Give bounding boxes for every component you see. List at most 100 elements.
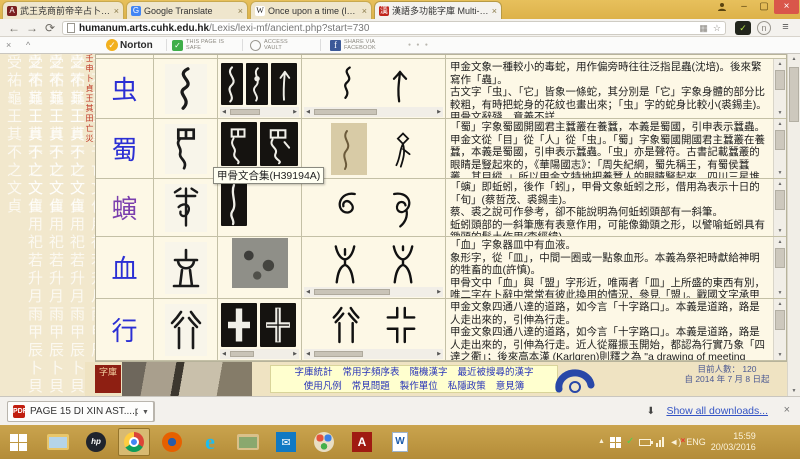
chrome-button-active[interactable] — [118, 428, 150, 456]
footer-link[interactable]: 字庫統計 — [294, 367, 332, 378]
bronze-rubbing-image[interactable] — [260, 303, 296, 347]
glyph-drawing[interactable] — [330, 302, 364, 348]
seal-script-image[interactable] — [153, 237, 217, 298]
bronze-rubbing-image[interactable] — [221, 122, 257, 166]
horizontal-scrollbar[interactable]: ◀▶ — [220, 349, 299, 359]
bookmark-star-icon[interactable]: ☆ — [713, 23, 721, 34]
seal-script-image[interactable] — [153, 299, 217, 360]
seal-script-image[interactable] — [153, 119, 217, 178]
show-all-downloads-link[interactable]: Show all downloads... — [666, 405, 768, 417]
language-indicator[interactable]: ENG — [686, 437, 706, 447]
seal-script-image[interactable] — [153, 59, 217, 118]
scroll-thumb[interactable] — [230, 351, 254, 357]
headword-link[interactable]: 虫 — [96, 70, 153, 107]
minimize-button[interactable]: – — [734, 0, 754, 14]
hp-app-button[interactable]: hp — [80, 428, 112, 456]
scroll-thumb[interactable] — [314, 351, 363, 357]
oracle-bone-photo[interactable] — [331, 123, 367, 175]
glyph-drawing[interactable] — [328, 240, 362, 286]
battery-icon[interactable] — [639, 439, 651, 446]
bronze-rubbing-image[interactable] — [260, 122, 298, 166]
horizontal-scrollbar[interactable]: ◀▶ — [304, 107, 443, 117]
profile-icon[interactable] — [712, 0, 732, 14]
footer-link[interactable]: 常見問題 — [352, 381, 390, 392]
horizontal-scrollbar[interactable]: ◀▶ — [304, 287, 443, 297]
chrome-menu-icon[interactable]: ≡ — [778, 21, 793, 35]
text-scrollbar[interactable]: ▲▼ — [773, 237, 786, 298]
scroll-thumb[interactable] — [775, 130, 785, 150]
scroll-thumb[interactable] — [314, 109, 377, 115]
url-input[interactable]: humanum.arts.cuhk.edu.hk /Lexis/lexi-mf/… — [62, 21, 726, 35]
glyph-drawing[interactable] — [387, 187, 417, 229]
oracle-rubbing-image[interactable] — [246, 63, 268, 105]
internet-explorer-button[interactable]: e — [194, 428, 226, 456]
oracle-rubbing-image[interactable] — [221, 180, 247, 226]
norton-bar-collapse-icon[interactable]: ^ — [26, 37, 30, 53]
word-button[interactable]: W — [384, 428, 416, 456]
volume-muted-icon[interactable]: ◄)× — [669, 437, 681, 447]
translate-grid-icon[interactable]: ▦ — [699, 23, 708, 34]
text-scrollbar[interactable]: ▲▼ — [773, 299, 786, 360]
horizontal-scrollbar[interactable]: ◀▶ — [220, 107, 299, 117]
downloaded-file-button[interactable]: PDF PAGE 15 DI XIN AST....pdf — [7, 401, 155, 422]
footer-link[interactable]: 隨機漢字 — [410, 367, 448, 378]
tab-close-icon[interactable]: × — [114, 6, 119, 16]
scroll-down-icon[interactable]: ▼ — [788, 386, 800, 396]
headword-link[interactable]: 行 — [96, 311, 153, 348]
scroll-thumb[interactable] — [775, 190, 785, 210]
extension-n-icon[interactable]: n — [757, 21, 771, 35]
text-scrollbar[interactable]: ▲▼ — [773, 179, 786, 236]
oracle-rubbing-image[interactable] — [221, 63, 243, 105]
tab-4-active[interactable]: 漢 漢語多功能字庫 Multi-fun × — [374, 1, 502, 19]
scroll-up-icon[interactable]: ▲ — [788, 54, 800, 64]
share-facebook-button[interactable]: f SHARE VIAFACEBOOK — [330, 37, 376, 53]
download-options-caret[interactable]: ▼ — [138, 401, 154, 422]
access-vault-button[interactable]: ACCESSVAULT — [250, 37, 288, 53]
scroll-thumb[interactable] — [775, 248, 785, 268]
page-safe-status[interactable]: ✓ THIS PAGE ISSAFE — [172, 37, 224, 53]
footer-link[interactable]: 意見簿 — [496, 381, 525, 392]
glyph-drawing[interactable] — [384, 302, 418, 348]
download-bar-close-icon[interactable]: × — [784, 404, 790, 416]
start-button[interactable] — [2, 428, 34, 456]
norton-bar-close-icon[interactable]: × — [6, 37, 11, 53]
horizontal-scrollbar[interactable]: ◀▶ — [304, 349, 443, 359]
text-scrollbar[interactable]: ▲▼ — [773, 59, 786, 118]
tray-windows-icon[interactable] — [610, 437, 621, 448]
network-signal-icon[interactable] — [656, 437, 664, 447]
close-button[interactable]: × — [774, 0, 799, 14]
norton-more-dots-icon[interactable]: ● ● ● — [408, 37, 430, 53]
seal-script-image[interactable] — [153, 179, 217, 236]
photos-button[interactable] — [232, 428, 264, 456]
refresh-icon[interactable]: ⟳ — [45, 20, 55, 36]
clock[interactable]: 15:5920/03/2016 — [711, 431, 756, 453]
file-explorer-button[interactable] — [42, 428, 74, 456]
tab-1[interactable]: A 武王克商前帝辛占卜陶文 × — [2, 1, 124, 19]
norton-tray-icon[interactable]: ✓ — [626, 437, 634, 447]
footer-link[interactable]: 常用字頻序表 — [342, 367, 399, 378]
firefox-button[interactable] — [156, 428, 188, 456]
acrobat-button[interactable]: A — [346, 428, 378, 456]
scroll-thumb[interactable] — [775, 310, 785, 330]
bronze-rubbing-image[interactable] — [221, 303, 257, 347]
footer-link[interactable]: 最近被搜尋的漢字 — [458, 367, 534, 378]
forward-icon[interactable]: → — [26, 20, 38, 36]
scroll-thumb[interactable] — [789, 67, 799, 122]
tab-2[interactable]: G Google Translate × — [126, 1, 248, 19]
glyph-drawing[interactable] — [335, 62, 361, 106]
norton-extension-icon[interactable]: ✓ — [735, 21, 751, 35]
scroll-thumb[interactable] — [230, 109, 260, 115]
headword-link[interactable]: 血 — [96, 249, 153, 286]
back-icon[interactable]: ← — [8, 20, 20, 36]
tab-close-icon[interactable]: × — [238, 6, 243, 16]
glyph-drawing[interactable] — [389, 125, 417, 173]
mail-button[interactable]: ✉ — [270, 428, 302, 456]
footer-link[interactable]: 製作單位 — [400, 381, 438, 392]
headword-link[interactable]: 蜀 — [96, 130, 153, 167]
glyph-drawing[interactable] — [386, 240, 420, 286]
tab-close-icon[interactable]: × — [492, 6, 497, 16]
scroll-thumb[interactable] — [314, 289, 390, 295]
page-scrollbar[interactable]: ▲ ▼ — [787, 54, 800, 396]
maximize-button[interactable]: ▢ — [754, 0, 774, 14]
tab-close-icon[interactable]: × — [362, 6, 367, 16]
